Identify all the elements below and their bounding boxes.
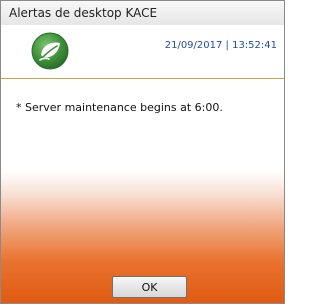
alert-window: Alertas de desktop KACE 21/09/2017 | 13:… [0, 0, 285, 304]
alert-timestamp: 21/09/2017 | 13:52:41 [164, 40, 277, 51]
alert-message: * Server maintenance begins at 6:00. [16, 101, 223, 114]
title-bar[interactable]: Alertas de desktop KACE [1, 1, 284, 26]
ok-button[interactable]: OK [112, 276, 187, 298]
header-divider [1, 78, 284, 79]
window-title: Alertas de desktop KACE [9, 6, 158, 20]
alert-header: 21/09/2017 | 13:52:41 [1, 25, 284, 77]
leaf-circle-icon [31, 32, 69, 70]
